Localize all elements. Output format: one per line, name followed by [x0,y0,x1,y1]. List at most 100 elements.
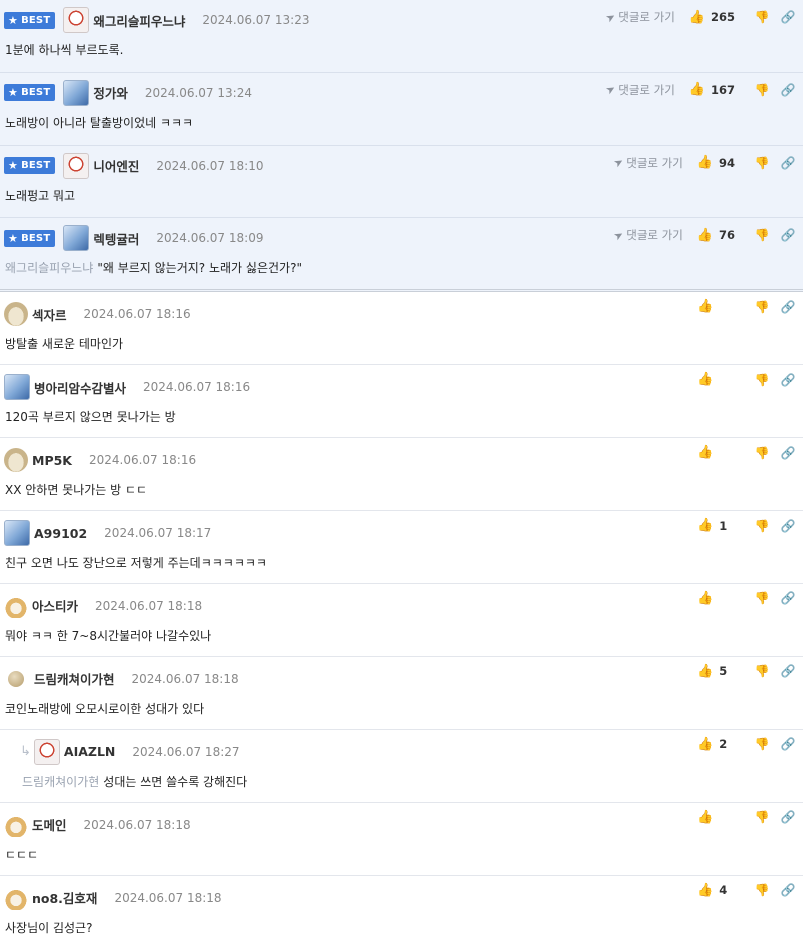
arrow-icon: ➤ [611,227,626,244]
comment-text: 드림캐쳐이가현 성대는 쓰면 쓸수록 강해진다 [22,774,248,789]
comment-date: 2024.06.07 13:24 [144,85,252,100]
dislike-button[interactable]: 👎 [753,664,771,678]
thumbs-up-icon: 👍 [697,882,714,898]
thumbs-up-icon: 👍 [688,82,705,98]
reply-mention[interactable]: 드림캐쳐이가현 [22,775,99,789]
share-link-button[interactable]: 🔗 [779,373,797,387]
comment-text: 왜그리슬피우느냐 "왜 부르지 않는거지? 노래가 싫은건가?" [5,261,302,276]
avatar[interactable] [33,738,60,765]
comment-date: 2024.06.07 18:09 [156,231,264,246]
like-button[interactable]: 👍 2 [697,737,735,752]
avatar[interactable] [8,670,24,687]
goto-comment-link[interactable]: ➤ 댓글로 가기 [611,155,682,171]
share-link-button[interactable]: 🔗 [779,664,797,678]
avatar[interactable] [63,225,90,252]
like-button[interactable]: 👍 [697,591,735,606]
author-nickname[interactable]: AIAZLN [64,744,116,759]
author-nickname[interactable]: 아스티카 [32,596,78,615]
link-icon: 🔗 [780,10,796,24]
avatar[interactable] [4,374,30,401]
like-count: 5 [719,664,728,679]
dislike-button[interactable]: 👎 [753,591,771,605]
dislike-button[interactable]: 👎 [753,519,771,533]
comment: 드림캐쳐이가현 2024.06.07 18:18 👍 5 👎 🔗 코인노래방에 오… [0,656,803,730]
avatar[interactable] [4,812,28,837]
share-link-button[interactable]: 🔗 [779,300,797,314]
like-button[interactable]: 👍 [697,445,735,460]
goto-comment-link[interactable]: ➤ 댓글로 가기 [603,82,674,98]
author-nickname[interactable]: 왜그리슬피우느냐 [93,11,185,30]
avatar[interactable] [63,79,90,106]
share-link-button[interactable]: 🔗 [779,591,797,605]
best-badge: ★ BEST [4,84,56,102]
author-nickname[interactable]: MP5K [32,453,72,468]
like-button[interactable]: 👍 76 [697,228,735,243]
comment-text: 120곡 부르지 않으면 못나가는 방 [5,410,176,425]
dislike-button[interactable]: 👎 [753,228,771,242]
comment: A99102 2024.06.07 18:17 👍 1 👎 🔗 친구 오면 나도 … [0,511,803,584]
author-nickname[interactable]: 병아리암수감별사 [34,378,126,397]
author-nickname[interactable]: 드림캐쳐이가현 [34,669,115,688]
share-link-button[interactable]: 🔗 [779,883,797,897]
like-button[interactable]: 👍 1 [697,518,735,533]
author-nickname[interactable]: 렉텡귤러 [93,229,139,248]
avatar[interactable] [4,448,28,473]
like-button[interactable]: 👍 [697,372,735,387]
author-nickname[interactable]: 섹자르 [32,305,67,324]
link-icon: 🔗 [780,810,796,825]
like-button[interactable]: 👍 4 [697,883,735,898]
dislike-button[interactable]: 👎 [753,156,771,170]
thumbs-down-icon: 👎 [754,883,770,898]
thumbs-down-icon: 👎 [754,518,770,533]
author-nickname[interactable]: 니어엔진 [93,156,139,175]
share-link-button[interactable]: 🔗 [779,228,797,242]
share-link-button[interactable]: 🔗 [779,446,797,460]
link-icon: 🔗 [780,883,796,898]
like-button[interactable]: 👍 265 [689,10,735,25]
star-icon: ★ [8,231,19,245]
comment-date: 2024.06.07 13:23 [202,13,310,27]
like-button[interactable]: 👍 5 [697,664,735,679]
dislike-button[interactable]: 👎 [753,737,771,751]
avatar[interactable] [4,885,28,910]
thumbs-up-icon: 👍 [696,155,713,171]
dislike-button[interactable]: 👎 [753,373,771,387]
like-button[interactable]: 👍 [697,810,735,825]
like-button[interactable]: 👍 167 [689,82,735,97]
dislike-button[interactable]: 👎 [753,883,771,897]
best-badge: ★ BEST [4,157,56,175]
share-link-button[interactable]: 🔗 [779,737,797,751]
dislike-button[interactable]: 👎 [753,446,771,460]
author-nickname[interactable]: A99102 [34,526,87,541]
avatar[interactable] [4,520,30,547]
thumbs-up-icon: 👍 [697,736,714,752]
link-icon: 🔗 [780,372,796,387]
comment-date: 2024.06.07 18:17 [104,526,212,541]
share-link-button[interactable]: 🔗 [779,810,797,824]
avatar[interactable] [4,593,28,618]
best-badge: ★ BEST [4,11,56,29]
author-nickname[interactable]: 도메인 [32,815,67,834]
comment-date: 2024.06.07 18:10 [156,158,264,173]
best-comment: ★ BEST 렉텡귤러 2024.06.07 18:09 ➤ 댓글로 가기 👍 76 … [0,218,803,293]
dislike-button[interactable]: 👎 [753,300,771,314]
author-nickname[interactable]: no8.김호재 [32,888,97,907]
link-icon: 🔗 [780,155,796,170]
author-nickname[interactable]: 정가와 [93,83,128,102]
goto-comment-link[interactable]: ➤ 댓글로 가기 [611,227,682,244]
share-link-button[interactable]: 🔗 [779,10,797,24]
dislike-button[interactable]: 👎 [753,810,771,824]
reply-mention[interactable]: 왜그리슬피우느냐 [5,261,93,275]
avatar[interactable] [63,152,90,179]
share-link-button[interactable]: 🔗 [779,519,797,533]
avatar[interactable] [63,7,90,33]
goto-comment-link[interactable]: ➤ 댓글로 가기 [603,9,674,25]
like-button[interactable]: 👍 [697,299,735,314]
share-link-button[interactable]: 🔗 [779,83,797,97]
dislike-button[interactable]: 👎 [753,83,771,97]
avatar[interactable] [4,302,28,327]
like-button[interactable]: 👍 94 [697,155,735,170]
thumbs-up-icon: 👍 [688,9,705,25]
dislike-button[interactable]: 👎 [753,10,771,24]
share-link-button[interactable]: 🔗 [779,156,797,170]
